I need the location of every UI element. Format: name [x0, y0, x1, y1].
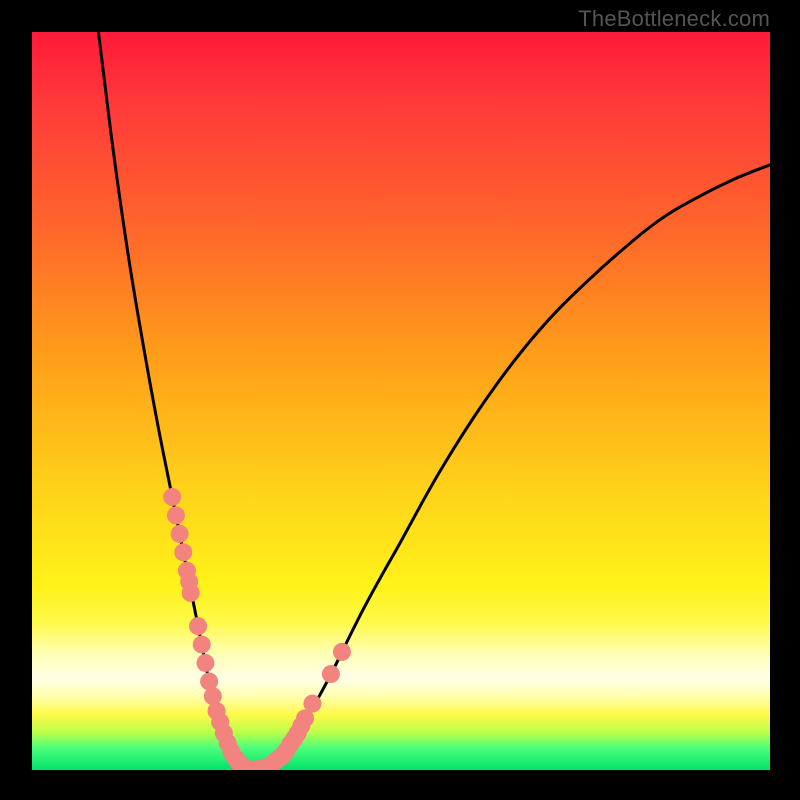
plot-area [32, 32, 770, 770]
threshold-dot [182, 584, 200, 602]
watermark-text: TheBottleneck.com [578, 6, 770, 32]
threshold-dot [174, 543, 192, 561]
threshold-dot [333, 643, 351, 661]
threshold-dot [322, 665, 340, 683]
threshold-dot [303, 695, 321, 713]
threshold-dot [167, 506, 185, 524]
threshold-dots [163, 488, 351, 770]
threshold-dot [171, 525, 189, 543]
threshold-dot [193, 636, 211, 654]
threshold-dot [163, 488, 181, 506]
threshold-dot [189, 617, 207, 635]
chart-frame: TheBottleneck.com [0, 0, 800, 800]
threshold-dot [196, 654, 214, 672]
curve-layer [32, 32, 770, 770]
